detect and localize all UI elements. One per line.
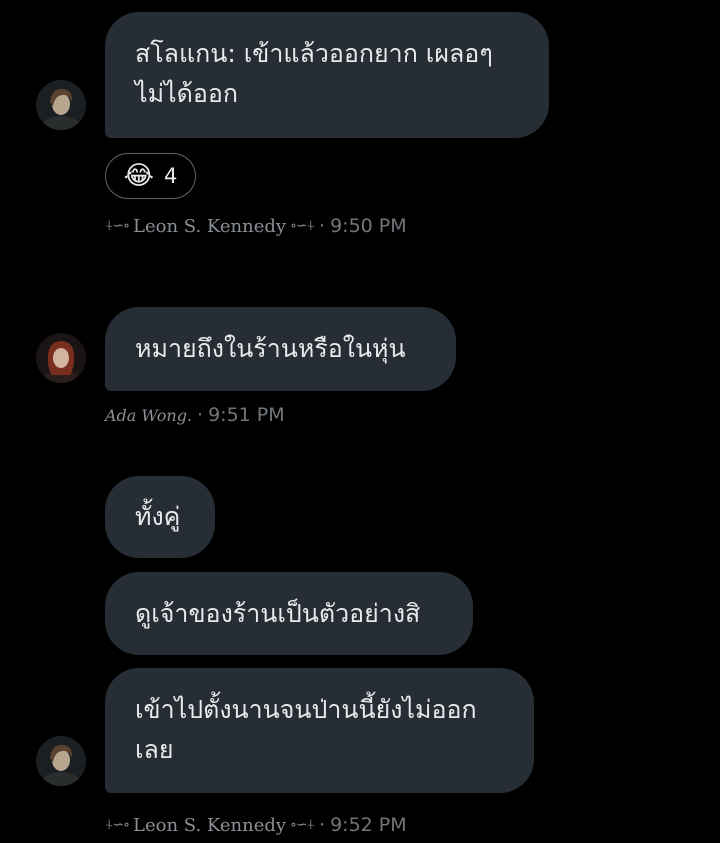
- avatar-leon[interactable]: [36, 80, 86, 130]
- message-text-line: สโลแกน: เข้าแล้วออกยาก เผลอๆ: [135, 39, 493, 68]
- ornament-right: ∘∽⍭: [290, 218, 315, 234]
- message-meta: ⍭∽∘ Leon S. Kennedy ∘∽⍭ · 9:52 PM: [105, 814, 407, 836]
- meta-separator: ·: [197, 404, 204, 426]
- message-bubble[interactable]: สโลแกน: เข้าแล้วออกยาก เผลอๆ ไม่ได้ออก: [105, 12, 549, 138]
- sender-name[interactable]: Ada Wong.: [105, 406, 192, 425]
- ornament-left: ⍭∽∘: [105, 817, 130, 833]
- avatar-leon[interactable]: [36, 736, 86, 786]
- meta-separator: ·: [319, 814, 326, 836]
- message-text-line: ไม่ได้ออก: [135, 79, 239, 108]
- message-bubble[interactable]: เข้าไปตั้งนานจนป่านนี้ยังไม่ออก เลย: [105, 668, 534, 793]
- sender-name[interactable]: Leon S. Kennedy: [133, 216, 286, 237]
- avatar-ada[interactable]: [36, 333, 86, 383]
- meta-separator: ·: [319, 215, 326, 237]
- message-bubble[interactable]: ดูเจ้าของร้านเป็นตัวอย่างสิ: [105, 572, 473, 655]
- reaction-count: 4: [164, 164, 178, 188]
- message-text-line: เข้าไปตั้งนานจนป่านนี้ยังไม่ออก: [135, 695, 477, 724]
- message-time: 9:52 PM: [330, 814, 407, 836]
- message-time: 9:51 PM: [208, 404, 285, 426]
- message-meta: ⍭∽∘ Leon S. Kennedy ∘∽⍭ · 9:50 PM: [105, 215, 407, 237]
- message-text-line: เลย: [135, 735, 174, 764]
- message-meta: Ada Wong. · 9:51 PM: [105, 404, 285, 426]
- reaction-pill[interactable]: 😂 4: [105, 153, 196, 199]
- message-text: ดูเจ้าของร้านเป็นตัวอย่างสิ: [135, 598, 421, 628]
- sender-name[interactable]: Leon S. Kennedy: [133, 815, 286, 836]
- message-text: ทั้งคู่: [135, 502, 181, 531]
- message-time: 9:50 PM: [330, 215, 407, 237]
- message-text: หมายถึงในร้านหรือในหุ่น: [135, 334, 406, 363]
- laughing-emoji-icon: 😂: [123, 161, 154, 191]
- ornament-right: ∘∽⍭: [290, 817, 315, 833]
- message-bubble[interactable]: ทั้งคู่: [105, 476, 215, 558]
- message-bubble[interactable]: หมายถึงในร้านหรือในหุ่น: [105, 307, 456, 391]
- ornament-left: ⍭∽∘: [105, 218, 130, 234]
